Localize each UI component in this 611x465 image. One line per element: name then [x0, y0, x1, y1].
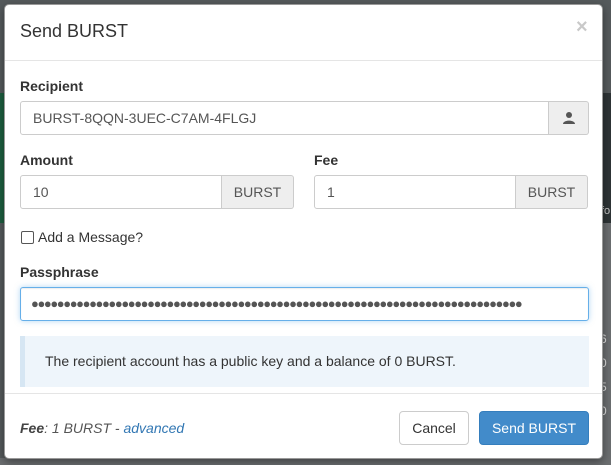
recipient-label: Recipient	[20, 78, 84, 94]
amount-label: Amount	[20, 152, 73, 168]
recipient-contacts-button[interactable]	[549, 101, 589, 135]
recipient-input-group: BURST-8QQN-3UEC-C7AM-4FLGJ	[20, 101, 589, 135]
add-message-label[interactable]: Add a Message?	[38, 229, 143, 245]
add-message-row: Add a Message?	[21, 229, 143, 245]
amount-unit: BURST	[222, 175, 294, 209]
send-burst-button[interactable]: Send BURST	[479, 411, 589, 445]
fee-summary: Fee: 1 BURST - advanced	[20, 420, 184, 436]
passphrase-label: Passphrase	[20, 264, 99, 280]
background-bottom	[0, 458, 611, 465]
modal-footer: Fee: 1 BURST - advanced Cancel Send BURS…	[5, 393, 602, 458]
recipient-info-callout: The recipient account has a public key a…	[20, 336, 589, 387]
add-message-checkbox[interactable]	[21, 230, 34, 244]
fee-unit: BURST	[516, 175, 588, 209]
fee-input-group: 1 BURST	[314, 175, 588, 209]
fee-summary-text: : 1 BURST -	[44, 420, 124, 436]
modal-title: Send BURST	[20, 21, 129, 41]
recipient-info-text: The recipient account has a public key a…	[45, 353, 456, 369]
user-icon	[562, 112, 575, 124]
close-icon[interactable]: ×	[576, 16, 588, 39]
fee-summary-label: Fee	[20, 420, 45, 436]
send-burst-modal: Send BURST × Recipient BURST-8QQN-3UEC-C…	[4, 4, 603, 459]
fee-label: Fee	[314, 152, 339, 168]
advanced-link[interactable]: advanced	[123, 420, 184, 436]
recipient-input[interactable]: BURST-8QQN-3UEC-C7AM-4FLGJ	[20, 101, 549, 135]
cancel-button[interactable]: Cancel	[399, 411, 469, 445]
passphrase-input[interactable]: ●●●●●●●●●●●●●●●●●●●●●●●●●●●●●●●●●●●●●●●●…	[20, 287, 589, 321]
modal-header: Send BURST ×	[5, 5, 602, 61]
amount-input-group: 10 BURST	[20, 175, 294, 209]
fee-input[interactable]: 1	[314, 175, 516, 209]
amount-input[interactable]: 10	[20, 175, 222, 209]
